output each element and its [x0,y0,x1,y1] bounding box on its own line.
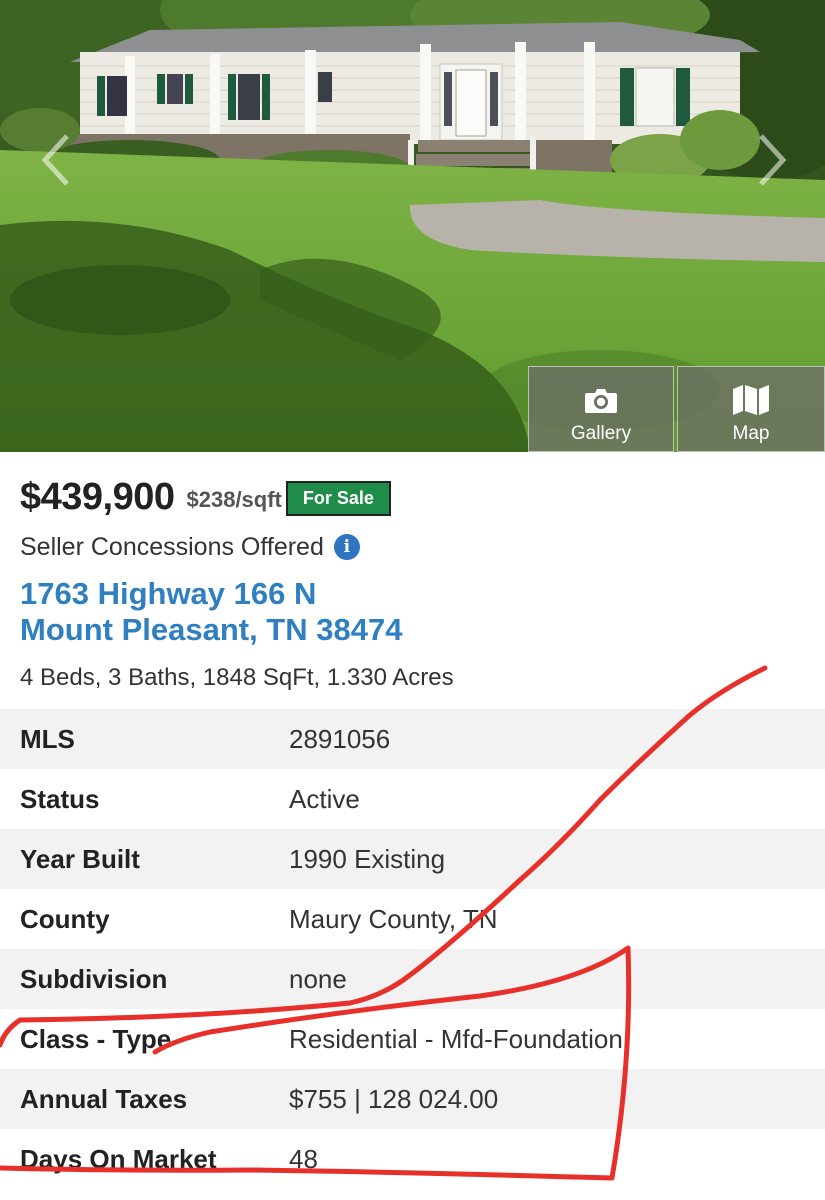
detail-row-annual-taxes: Annual Taxes $755 | 128 024.00 [0,1069,825,1129]
gallery-button[interactable]: Gallery [528,366,674,452]
price-per-sqft: $238/sqft [186,487,282,512]
chevron-left-icon [41,134,69,186]
detail-row-subdivision: Subdivision none [0,949,825,1009]
next-photo-button[interactable] [752,125,792,195]
address-line-1: 1763 Highway 166 N [20,576,317,611]
info-icon[interactable]: i [333,534,360,560]
property-address-link[interactable]: 1763 Highway 166 N Mount Pleasant, TN 38… [20,576,402,648]
detail-value: Maury County, TN [289,903,498,934]
detail-row-class-type: Class - Type Residential - Mfd-Foundatio… [0,1009,825,1069]
detail-row-year-built: Year Built 1990 Existing [0,829,825,889]
detail-label: Annual Taxes [20,1083,188,1114]
previous-photo-button[interactable] [36,125,76,195]
detail-value: Active [289,783,360,814]
status-badge: For Sale [285,480,391,516]
camera-icon [584,385,618,415]
listing-photo[interactable]: Gallery Map [0,0,825,452]
detail-label: County [20,903,110,934]
address-line-2: Mount Pleasant, TN 38474 [20,612,403,647]
gallery-label: Gallery [570,423,632,444]
property-details-table: MLS 2891056 Status Active Year Built 199… [0,709,825,1189]
detail-label: Status [20,783,100,814]
detail-label: MLS [20,723,75,754]
listing-price: $439,900 [20,475,175,518]
map-label: Map [732,423,770,444]
price-row: $439,900 $238/sqft For Sale [20,474,391,520]
detail-value: Residential - Mfd-Foundation [289,1023,623,1054]
property-summary: 4 Beds, 3 Baths, 1848 SqFt, 1.330 Acres [20,664,454,691]
detail-value: 2891056 [289,723,391,754]
detail-label: Class - Type [20,1023,172,1054]
chevron-right-icon [759,134,787,186]
detail-label: Days On Market [20,1143,217,1174]
detail-value: none [289,963,347,994]
detail-value: 48 [289,1143,318,1174]
concessions-text: Seller Concessions Offered [20,532,324,561]
detail-row-days-on-market: Days On Market 48 [0,1129,825,1189]
map-icon [732,385,770,415]
detail-row-status: Status Active [0,769,825,829]
detail-value: $755 | 128 024.00 [289,1083,499,1114]
detail-label: Subdivision [20,963,168,994]
detail-row-mls: MLS 2891056 [0,709,825,769]
seller-concessions: Seller Concessions Offered i [20,531,360,563]
detail-label: Year Built [20,843,140,874]
map-button[interactable]: Map [677,366,825,452]
detail-value: 1990 Existing [289,843,446,874]
detail-row-county: County Maury County, TN [0,889,825,949]
